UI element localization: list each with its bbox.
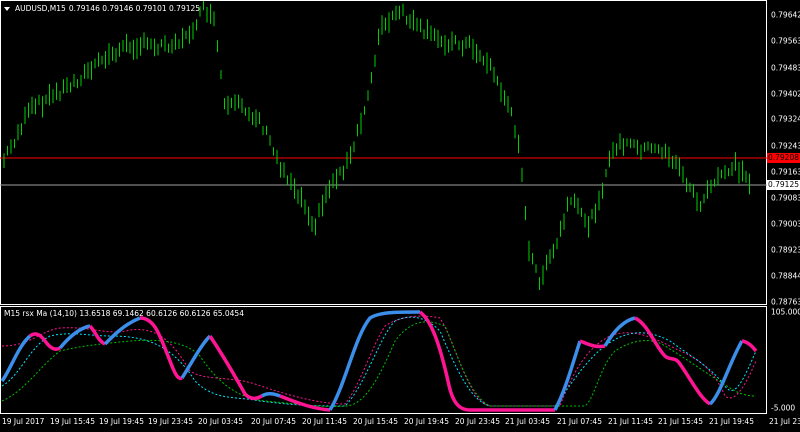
time-axis-label: 20 Jul 07:45 bbox=[251, 417, 296, 426]
indicator-scale-top: 105.0002 bbox=[771, 307, 800, 317]
price-scale-label: 0.79003 bbox=[771, 219, 800, 229]
price-scale-label: 0.79163 bbox=[771, 167, 800, 177]
red-level-tag: 0.79208 bbox=[767, 153, 800, 163]
price-scale-label: 0.79402 bbox=[771, 89, 800, 99]
indicator-frame bbox=[0, 306, 767, 414]
time-axis-label: 21 Jul 11:45 bbox=[608, 417, 653, 426]
time-axis-label: 20 Jul 03:45 bbox=[198, 417, 243, 426]
main-chart-pane[interactable]: AUDUSD,M15 0.79146 0.79146 0.79101 0.791… bbox=[0, 0, 800, 307]
symbol-header[interactable]: AUDUSD,M15 0.79146 0.79146 0.79101 0.791… bbox=[4, 4, 200, 13]
indicator-lines-group bbox=[0, 310, 758, 412]
price-scale-label: 0.78844 bbox=[771, 271, 800, 281]
time-axis-label: 21 Jul 07:45 bbox=[557, 417, 602, 426]
time-axis-label: 21 Jul 15:45 bbox=[658, 417, 703, 426]
rsx-line-down bbox=[418, 310, 555, 412]
time-axis-label: 19 Jul 15:45 bbox=[50, 417, 95, 426]
rsx-line-down bbox=[741, 339, 758, 353]
time-axis-label: 19 Jul 23:45 bbox=[148, 417, 193, 426]
dropdown-triangle-icon[interactable] bbox=[4, 6, 10, 11]
time-axis-label: 20 Jul 23:45 bbox=[455, 417, 500, 426]
time-axis-label: 21 Jul 19:45 bbox=[709, 417, 754, 426]
rsx-line-up bbox=[603, 316, 636, 347]
indicator-pane[interactable]: M15 rsx Ma (14,10) 13.6518 69.1462 60.61… bbox=[0, 306, 800, 414]
indicator-band-line bbox=[1, 315, 757, 407]
indicator-scale-bottom: -5.000 bbox=[771, 403, 796, 413]
rsx-line-up bbox=[103, 316, 141, 346]
time-axis-label: 21 Jul 23:45 bbox=[769, 417, 800, 426]
time-axis-label: 20 Jul 15:45 bbox=[353, 417, 398, 426]
price-scale-label: 0.79083 bbox=[771, 193, 800, 203]
rsx-line-up bbox=[553, 340, 582, 411]
price-scale-label: 0.79483 bbox=[771, 63, 800, 73]
time-axis-label: 20 Jul 19:45 bbox=[404, 417, 449, 426]
time-axis[interactable]: 19 Jul 2017 19 Jul 15:45 19 Jul 19:45 19 Ju… bbox=[0, 414, 800, 432]
price-scale-label: 0.79642 bbox=[771, 10, 800, 20]
price-scale-label: 0.79563 bbox=[771, 36, 800, 46]
price-scale-label: 0.78923 bbox=[771, 245, 800, 255]
time-axis-label: 20 Jul 11:45 bbox=[302, 417, 347, 426]
indicator-chart[interactable] bbox=[0, 306, 800, 414]
indicator-fast-line bbox=[1, 316, 757, 407]
indicator-header: M15 rsx Ma (14,10) 13.6518 69.1462 60.61… bbox=[4, 309, 244, 318]
current-price-tag: 0.79125 bbox=[767, 180, 800, 190]
time-axis-label: 19 Jul 19:45 bbox=[99, 417, 144, 426]
rsx-line-down bbox=[208, 335, 263, 401]
price-scale-label: 0.79243 bbox=[771, 141, 800, 151]
rsx-line-up bbox=[180, 334, 212, 379]
candles-group bbox=[3, 1, 750, 290]
rsx-line-up bbox=[328, 310, 421, 411]
rsx-line-up bbox=[708, 340, 744, 406]
time-axis-label: 19 Jul 2017 bbox=[2, 417, 45, 426]
price-scale-label: 0.79324 bbox=[771, 114, 800, 124]
ohlc-values: 0.79146 0.79146 0.79101 0.79125 bbox=[68, 4, 201, 13]
rsx-line-down bbox=[634, 316, 712, 406]
rsx-line-up bbox=[58, 324, 91, 350]
rsx-line-down bbox=[28, 332, 61, 351]
symbol-label: AUDUSD,M15 bbox=[15, 4, 66, 13]
rsx-line-up bbox=[0, 334, 32, 383]
time-axis-label: 21 Jul 03:45 bbox=[505, 417, 550, 426]
price-chart[interactable] bbox=[0, 0, 800, 305]
rsx-line-down bbox=[139, 316, 183, 381]
rsx-line-up bbox=[261, 391, 281, 398]
